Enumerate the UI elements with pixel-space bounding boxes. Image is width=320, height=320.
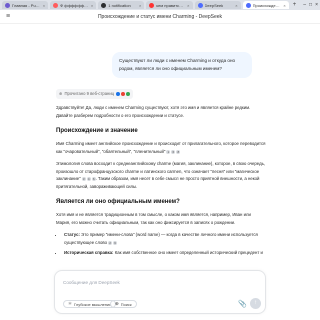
globe-icon: ⊕	[115, 301, 119, 306]
favicon-icon	[5, 2, 10, 8]
close-tab-icon[interactable]: ×	[91, 3, 93, 8]
section-heading-origin: Происхождение и значение	[56, 127, 138, 134]
citation-badge[interactable]: 6	[113, 241, 118, 246]
close-tab-icon[interactable]: ×	[139, 3, 141, 8]
message-composer: ⚛ Глубокое мышление ⊕ Поиск 📎 ↑	[54, 270, 266, 314]
maximize-icon[interactable]: □	[309, 2, 312, 8]
assistant-answer: ⊕ Прочитано 9 веб-страниц Здравствуйте! …	[56, 89, 266, 259]
close-tab-icon[interactable]: ×	[235, 3, 237, 8]
browser-tab-label: Ф ффффффффф	[60, 2, 89, 8]
close-tab-icon[interactable]: ×	[187, 3, 189, 8]
send-button[interactable]: ↑	[250, 298, 261, 309]
status-paragraph: Хотя имя и не является традиционным в то…	[56, 212, 251, 226]
search-toggle-button[interactable]: ⊕ Поиск	[110, 300, 137, 308]
section-heading-status: Является ли оно официальным именем?	[56, 199, 180, 206]
favicon-icon	[245, 2, 251, 8]
intro-paragraph: Здравствуйте! Да, люди с именем Charming…	[56, 104, 251, 118]
source-favicon-icon	[126, 91, 131, 96]
origin-text: Имя Charming имеет английское происхожде…	[56, 140, 266, 154]
search-status[interactable]: ⊕ Прочитано 9 веб-страниц	[56, 89, 266, 99]
browser-tab[interactable]: Главная - Publish ×	[2, 1, 49, 9]
browser-tab-label: DeepSeek	[204, 2, 224, 8]
browser-tab-label: Главная - Publish	[12, 2, 41, 8]
paperclip-icon[interactable]: 📎	[238, 300, 247, 308]
browser-tab[interactable]: 1 notification ×	[98, 1, 145, 9]
favicon-icon	[149, 2, 155, 8]
browser-tab-label: кем нравится - Яндекс	[156, 2, 185, 8]
citation-badge[interactable]: 4	[86, 177, 91, 182]
new-tab-button[interactable]: +	[291, 2, 299, 8]
list-item: Статус: Это пример "имени-слова" (word n…	[64, 231, 266, 247]
favicon-icon	[53, 2, 59, 8]
deep-think-button[interactable]: ⚛ Глубокое мышление	[63, 300, 117, 308]
citation-badge[interactable]: 3	[81, 177, 86, 182]
citation-badge[interactable]: 2	[108, 241, 113, 246]
source-icons	[116, 91, 131, 96]
browser-tab[interactable]: Ф ффффффффф×	[50, 1, 97, 9]
search-chip[interactable]: ⊕ Прочитано 9 веб-страниц	[56, 89, 134, 99]
chat-scroll-area[interactable]: Существуют ли люди с именем Charming и о…	[0, 25, 320, 270]
search-status-label: Прочитано 9 веб-страниц	[64, 91, 115, 96]
close-window-icon[interactable]: ×	[315, 2, 318, 8]
browser-tab-bar: Главная - Publish×Ф ффффффффф×1 notifica…	[0, 0, 320, 10]
chat-header: ≡ Происхождение и статус имени Charming …	[0, 10, 320, 24]
origin-paragraph: Имя Charming имеет английское происхожде…	[56, 140, 266, 156]
list-item-title: Статус:	[64, 232, 80, 238]
menu-icon[interactable]: ≡	[6, 13, 16, 20]
list-item-title: Историческая справка:	[64, 250, 114, 256]
list-item-text: Это пример "имени-слова" (word name) — к…	[64, 232, 258, 246]
source-favicon-icon	[116, 91, 121, 96]
source-favicon-icon	[121, 91, 126, 96]
citation-badge[interactable]: 6	[171, 149, 176, 154]
favicon-icon	[197, 2, 203, 8]
favicon-icon	[101, 2, 107, 8]
page-title: Происхождение и статус имени Charming - …	[97, 13, 223, 20]
citation-badge[interactable]: 8	[176, 149, 181, 154]
browser-tab[interactable]: кем нравится - Яндекс×	[146, 1, 193, 9]
etymology-paragraph: Этимология слова восходит к среднеанглий…	[56, 160, 266, 192]
list-item-text: Как имя собственное оно имеет определенн…	[114, 250, 263, 256]
browser-tab-label: Происхождение и ст	[252, 2, 282, 8]
close-tab-icon[interactable]: ×	[43, 3, 45, 8]
browser-tab-label: 1 notification	[108, 2, 131, 8]
deep-think-label: Глубокое мышление	[74, 301, 112, 307]
list-item: Историческая справка: Как имя собственно…	[64, 249, 266, 257]
search-toggle-label: Поиск	[120, 301, 132, 307]
atom-icon: ⚛	[68, 301, 73, 306]
citation-badge[interactable]: 1	[166, 149, 171, 154]
window-controls: – □ ×	[300, 2, 318, 8]
globe-icon: ⊕	[59, 91, 63, 96]
browser-tab[interactable]: Происхождение и ст×	[242, 1, 289, 9]
user-message: Существуют ли люди с именем Charming и о…	[112, 52, 252, 78]
minimize-icon[interactable]: –	[303, 2, 306, 8]
close-tab-icon[interactable]: ×	[283, 3, 285, 8]
browser-tab[interactable]: DeepSeek ×	[194, 1, 241, 9]
status-list: Статус: Это пример "имени-слова" (word n…	[56, 231, 266, 257]
message-input[interactable]	[63, 277, 253, 287]
